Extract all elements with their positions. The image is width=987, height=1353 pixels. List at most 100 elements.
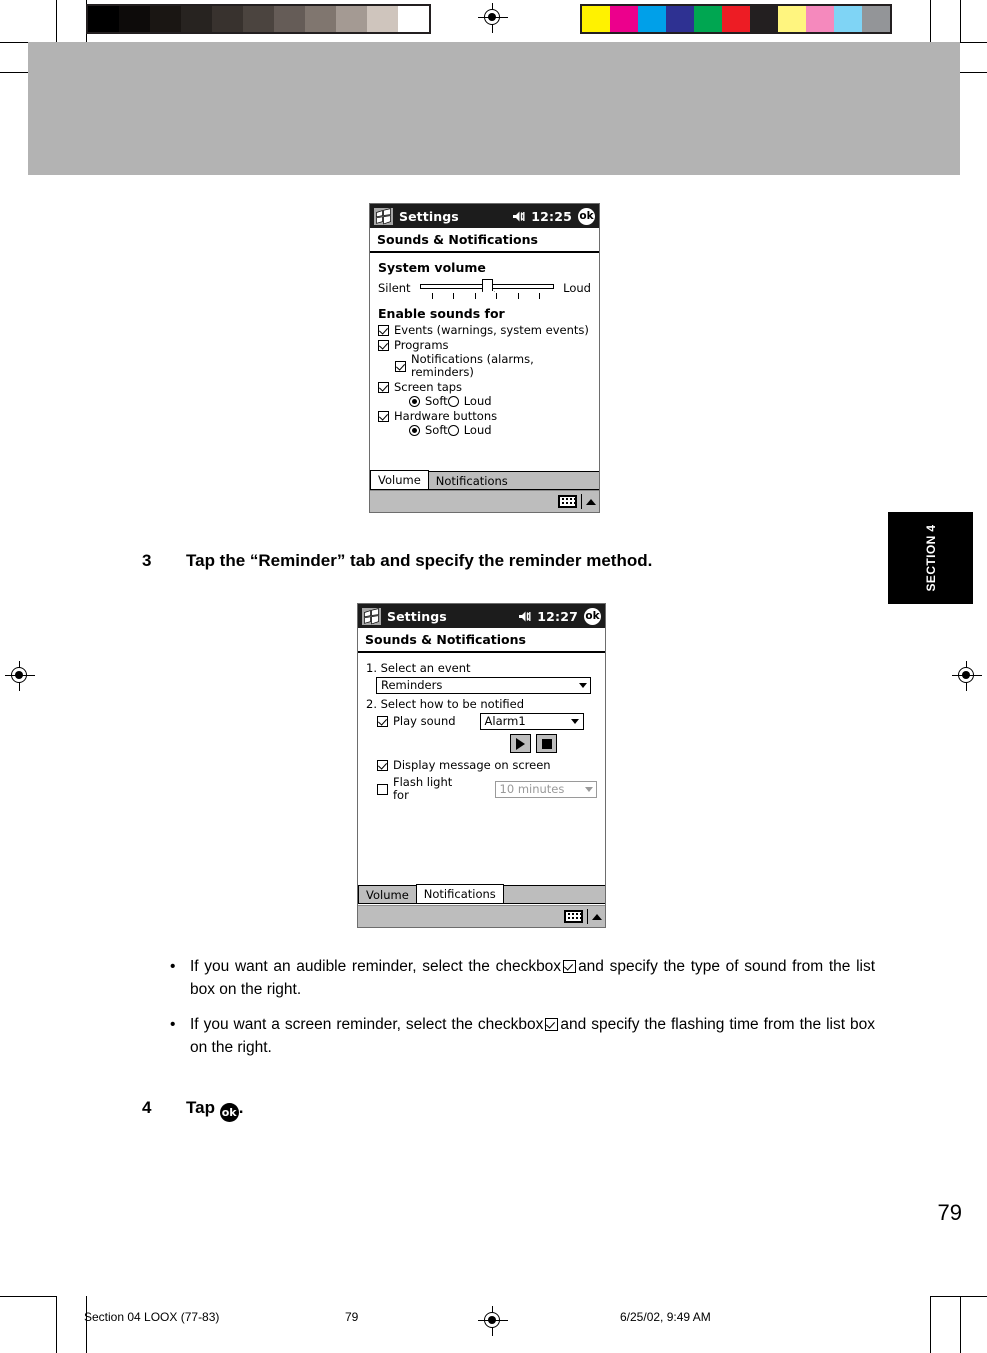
checkbox-flash-light[interactable] [377,783,388,795]
select-notify-label: 2. Select how to be notified [366,697,525,711]
slider-thumb[interactable] [481,279,493,292]
crop-line [86,1296,87,1353]
keyboard-icon[interactable] [564,910,583,923]
checkbox-notifications-label: Notifications (alarms, reminders) [411,352,534,379]
system-volume-slider-row: Silent Loud [378,278,591,302]
checkbox-row-screen-taps[interactable]: Screen taps [378,379,591,394]
pda-app-title: Settings [387,608,447,624]
checkbox-row-display-message[interactable]: Display message on screen [377,759,597,772]
ok-button[interactable]: ok [578,207,595,225]
registration-mark [478,3,508,33]
crop-line [0,1296,56,1297]
color-swatch-4 [694,6,722,32]
gray-swatch-9 [367,6,398,32]
speaker-icon[interactable] [518,610,533,623]
checkbox-row-programs[interactable]: Programs [378,337,591,352]
checkbox-row-notifications[interactable]: Notifications (alarms, reminders) [395,353,591,379]
chevron-up-icon[interactable] [592,913,602,920]
checkbox-play-sound[interactable] [377,716,388,727]
keyboard-icon[interactable] [558,495,577,508]
sound-select[interactable]: Alarm1 [479,713,584,730]
checkbox-hardware-buttons[interactable] [378,410,389,422]
checkbox-events[interactable] [378,325,389,336]
checkbox-row-flash-light[interactable]: Flash light for 10 minutes [377,776,597,802]
checkbox-display-message[interactable] [377,760,388,771]
gray-swatch-1 [119,6,150,32]
pda-app-title: Settings [399,208,459,224]
radio-group-screen-taps[interactable]: Soft Loud [409,395,591,408]
enable-sounds-label: Enable sounds for [378,306,505,321]
checkbox-programs[interactable] [378,339,389,351]
event-select[interactable]: Reminders [376,677,591,694]
checkbox-screen-taps-label: Screen taps [394,379,463,394]
event-select-value: Reminders [381,678,443,692]
sip-divider [587,909,588,924]
soft-input-panel-bar [358,905,605,927]
footer-page-number: 79 [345,1310,359,1324]
soft-input-panel-bar [370,490,599,512]
step-4-number: 4 [142,1098,152,1117]
pda-clock[interactable]: 12:25 [531,209,572,224]
radio-hardware-loud-label: Loud [463,423,492,437]
tab-notifications[interactable]: Notifications [427,471,516,489]
pda-content-volume: System volume Silent Loud Enable sounds … [370,253,599,437]
bullet-marker: • [170,958,176,975]
gray-swatch-10 [398,6,429,32]
radio-screen-taps-loud[interactable] [447,396,459,407]
step-4-suffix: . [238,1098,244,1117]
speaker-icon[interactable] [512,210,527,223]
slider-min-label: Silent [378,281,411,295]
checkbox-programs-label: Programs [394,337,449,352]
color-swatch-6 [750,6,778,32]
pda-page-title: Sounds & Notifications [358,628,605,653]
chevron-down-icon[interactable] [581,786,596,792]
page-number: 79 [937,1200,962,1225]
tab-volume[interactable]: Volume [358,885,417,903]
checkbox-row-play-sound[interactable]: Play sound Alarm1 [377,713,597,730]
volume-slider[interactable] [419,278,555,302]
pda-screenshot-volume: Settings 12:25 ok Sounds & Notifications… [369,203,600,513]
chevron-down-icon[interactable] [575,683,590,688]
radio-screen-taps-loud-label: Loud [463,394,492,408]
pda-clock[interactable]: 12:27 [537,609,578,624]
checkbox-notifications[interactable] [395,360,406,372]
tab-strip-filler [502,885,605,903]
color-swatch-3 [666,6,694,32]
color-calibration-strip [580,4,892,34]
gray-swatch-6 [274,6,305,32]
stop-button[interactable] [536,734,557,753]
radio-screen-taps-soft[interactable] [409,396,420,407]
section-tab: SECTION 4 [888,512,973,604]
checkbox-row-events[interactable]: Events (warnings, system events) [378,324,591,337]
checkbox-screen-taps[interactable] [378,381,389,393]
color-swatch-5 [722,6,750,32]
tab-strip-filler [514,471,599,489]
flash-duration-select[interactable]: 10 minutes [494,780,597,798]
checkbox-events-label: Events (warnings, system events) [394,323,589,337]
crop-line [56,1296,57,1353]
tab-notifications[interactable]: Notifications [415,884,504,903]
gray-swatch-4 [212,6,243,32]
radio-group-hardware-buttons[interactable]: Soft Loud [409,424,591,437]
bullet-text: If you want a screen reminder, select th… [190,1013,875,1059]
bullet-1-before: If you want an audible reminder, select … [190,958,562,975]
system-volume-label: System volume [378,260,486,275]
pda-titlebar: Settings 12:25 ok [370,204,599,228]
chevron-up-icon[interactable] [586,498,596,505]
checkbox-hardware-buttons-label: Hardware buttons [394,408,498,423]
radio-hardware-loud[interactable] [447,425,459,436]
gray-swatch-7 [305,6,336,32]
slider-max-label: Loud [563,281,591,295]
radio-hardware-soft[interactable] [409,425,420,436]
checkbox-row-hardware-buttons[interactable]: Hardware buttons [378,408,591,423]
bullet-2-before: If you want a screen reminder, select th… [190,1016,544,1033]
tab-strip-volume-screen: Volume Notifications [370,470,599,490]
play-button[interactable] [510,734,531,753]
ok-button[interactable]: ok [584,607,601,625]
chevron-down-icon[interactable] [568,719,583,724]
radio-screen-taps-soft-label: Soft [425,394,448,408]
footer-file-name: Section 04 LOOX (77-83) [84,1310,220,1324]
ok-button-glyph: ok [219,1103,239,1122]
tab-volume[interactable]: Volume [370,470,429,489]
tab-strip-notifications-screen: Volume Notifications [358,884,605,904]
